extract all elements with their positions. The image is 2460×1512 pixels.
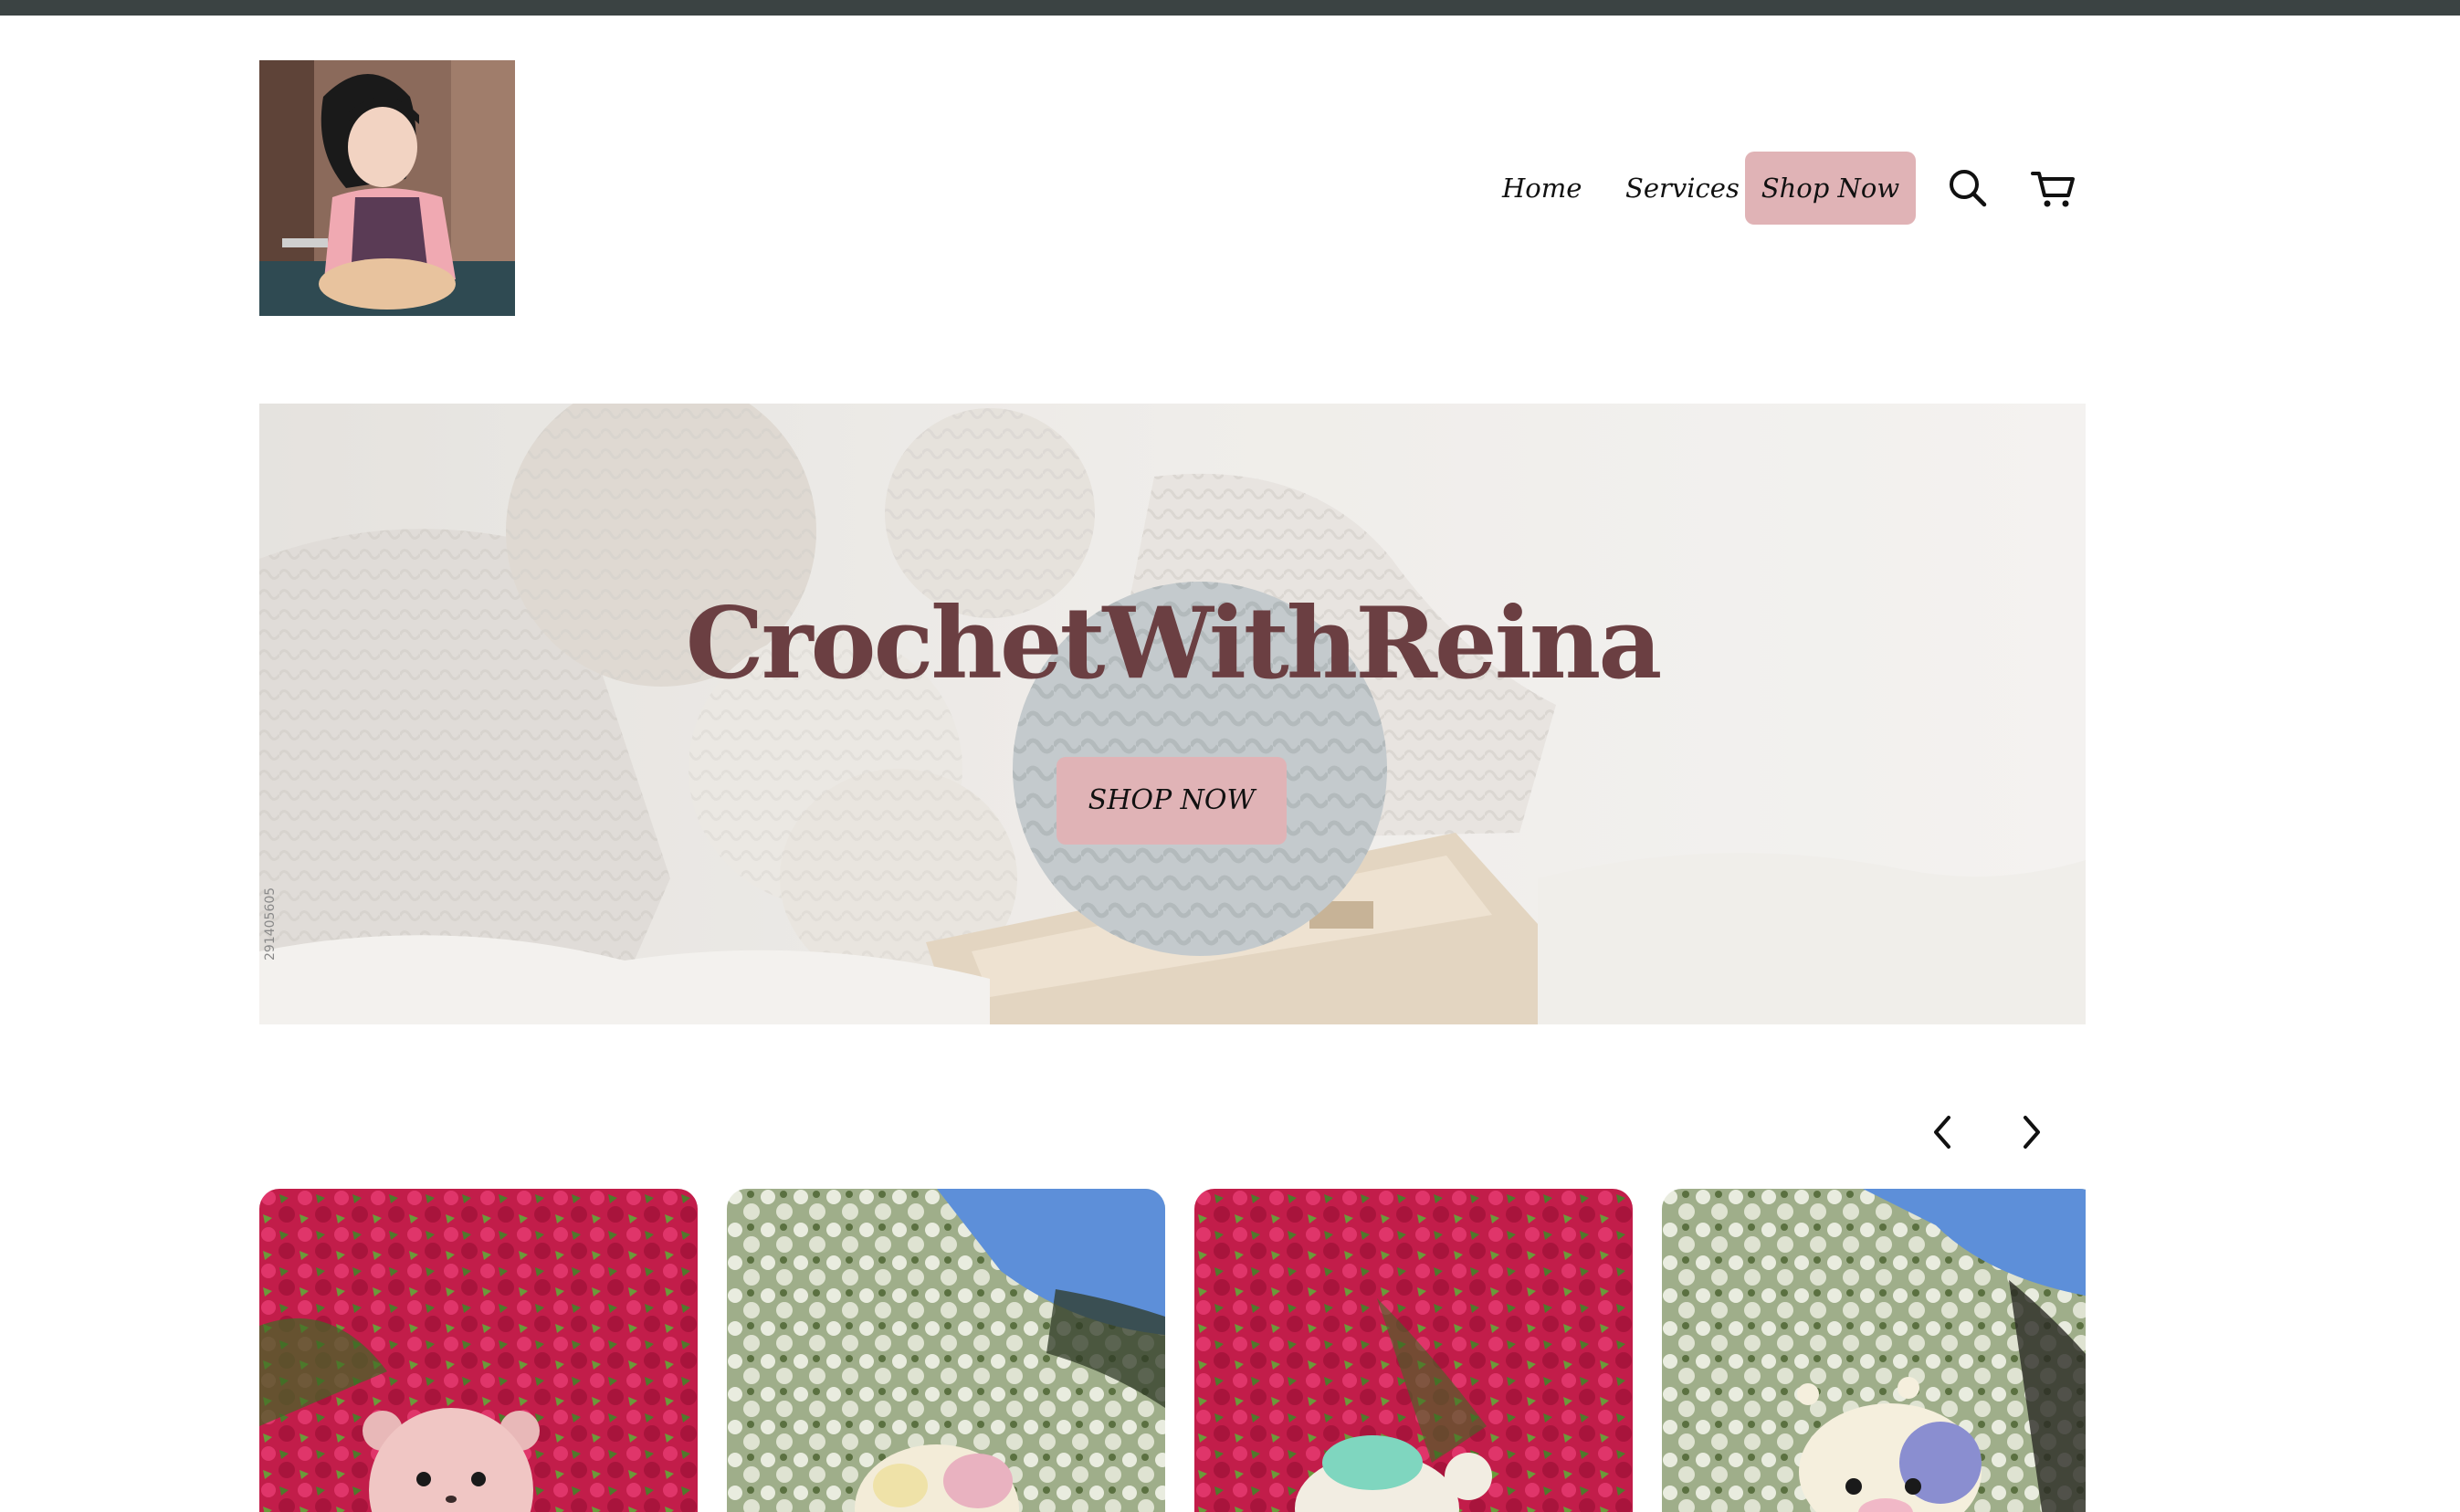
product-image [727,1189,1165,1512]
product-image [259,1189,698,1512]
image-watermark-id: 291405605 [263,887,278,961]
hero-shop-now-button[interactable]: SHOP NOW [1057,757,1287,845]
chevron-left-icon[interactable] [1918,1107,1969,1158]
hero-banner: CrochetWithReina SHOP NOW 291405605 [259,404,2086,1024]
product-card[interactable] [1662,1189,2086,1512]
nav-services[interactable]: Services [1625,152,1740,225]
product-card[interactable] [259,1189,698,1512]
nav-home[interactable]: Home [1502,152,1582,225]
hero-background-image [259,404,2086,1024]
search-icon[interactable] [1940,161,1995,215]
site-logo[interactable] [259,60,515,316]
product-image [1194,1189,1633,1512]
cart-icon[interactable] [2025,161,2080,215]
product-image [1662,1189,2086,1512]
chevron-right-icon[interactable] [2005,1107,2056,1158]
product-carousel [259,1189,2086,1512]
nav-shop-now-button[interactable]: Shop Now [1745,152,1916,225]
product-card[interactable] [1194,1189,1633,1512]
product-card[interactable] [727,1189,1165,1512]
hero-title: CrochetWithReina [685,586,1663,701]
browser-top-bar [0,0,2460,16]
